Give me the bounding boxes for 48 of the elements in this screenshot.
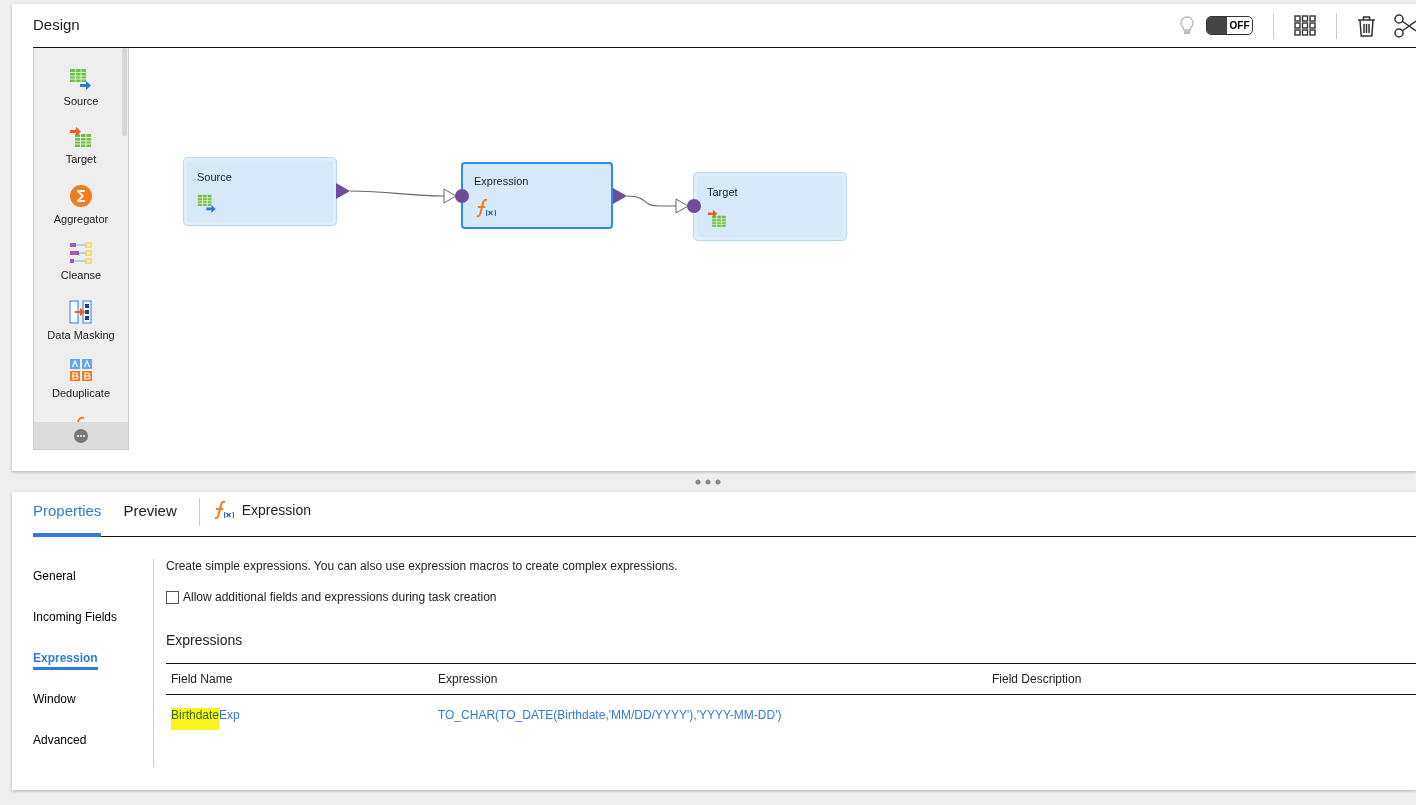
palette-item-label[interactable]: Aggregator	[53, 211, 109, 228]
description-text: Create simple expressions. You can also use expression macros to create complex expressions.	[166, 558, 679, 575]
grid-icon[interactable]	[1294, 15, 1316, 36]
function-icon	[474, 197, 496, 218]
palette-item-label[interactable]: Source	[63, 93, 99, 110]
nav-item[interactable]: Window	[33, 682, 153, 723]
column-header: Field Description	[987, 663, 1416, 695]
splitter-handle[interactable]	[695, 478, 721, 485]
node-title: Source	[197, 170, 232, 185]
table-cell: BirthdateExp	[166, 695, 433, 735]
letter-tiles-icon	[69, 358, 93, 382]
connector	[626, 195, 689, 214]
nav-item[interactable]: General	[33, 559, 153, 600]
section-title: Expressions	[166, 631, 244, 650]
palette-item-label[interactable]: Deduplicate	[51, 385, 111, 402]
nav-item[interactable]: Incoming Fields	[33, 600, 153, 641]
checkbox-label: Allow additional fields and expressions during task creation	[183, 589, 497, 606]
cleanse-icon	[69, 242, 93, 264]
sigma-icon	[69, 184, 93, 208]
input-port[interactable]	[687, 199, 701, 213]
node-card[interactable]: Source	[184, 158, 336, 225]
node-title: Target	[707, 185, 738, 200]
object-title: Expression	[241, 501, 311, 520]
function-icon	[76, 416, 86, 422]
tips-toggle[interactable]: OFF	[1206, 16, 1253, 35]
column-header: Field Name	[166, 663, 433, 695]
table-arrow-icon	[69, 68, 93, 90]
checkbox[interactable]	[166, 590, 179, 604]
palette-item-label[interactable]: Cleanse	[60, 267, 102, 284]
tab[interactable]: Preview	[123, 492, 177, 537]
scissors-icon[interactable]	[1394, 13, 1416, 38]
trash-icon[interactable]	[1357, 14, 1376, 37]
masking-icon	[69, 300, 93, 324]
column-header: Expression	[433, 663, 987, 695]
arrow-table-icon	[69, 126, 93, 148]
nav-item[interactable]: Advanced	[33, 723, 153, 764]
palette-item-label[interactable]: Target	[65, 151, 97, 168]
palette-item-label[interactable]: Data Masking	[47, 327, 115, 344]
nav-item[interactable]: Expression	[33, 641, 153, 682]
input-port[interactable]	[455, 189, 469, 203]
node-title: Expression	[474, 174, 529, 189]
more-icon[interactable]	[74, 428, 88, 443]
table-cell-text: TO_CHAR(TO_DATE(Birthdate,'MM/DD/YYYY'),'YYYY-MM-DD')	[437, 707, 783, 724]
scrollbar[interactable]	[122, 48, 127, 136]
node-card[interactable]: Target	[694, 173, 846, 240]
tab[interactable]: Properties	[33, 492, 102, 537]
panel-title: Design	[33, 15, 80, 36]
node-card[interactable]: Expression	[461, 162, 613, 229]
